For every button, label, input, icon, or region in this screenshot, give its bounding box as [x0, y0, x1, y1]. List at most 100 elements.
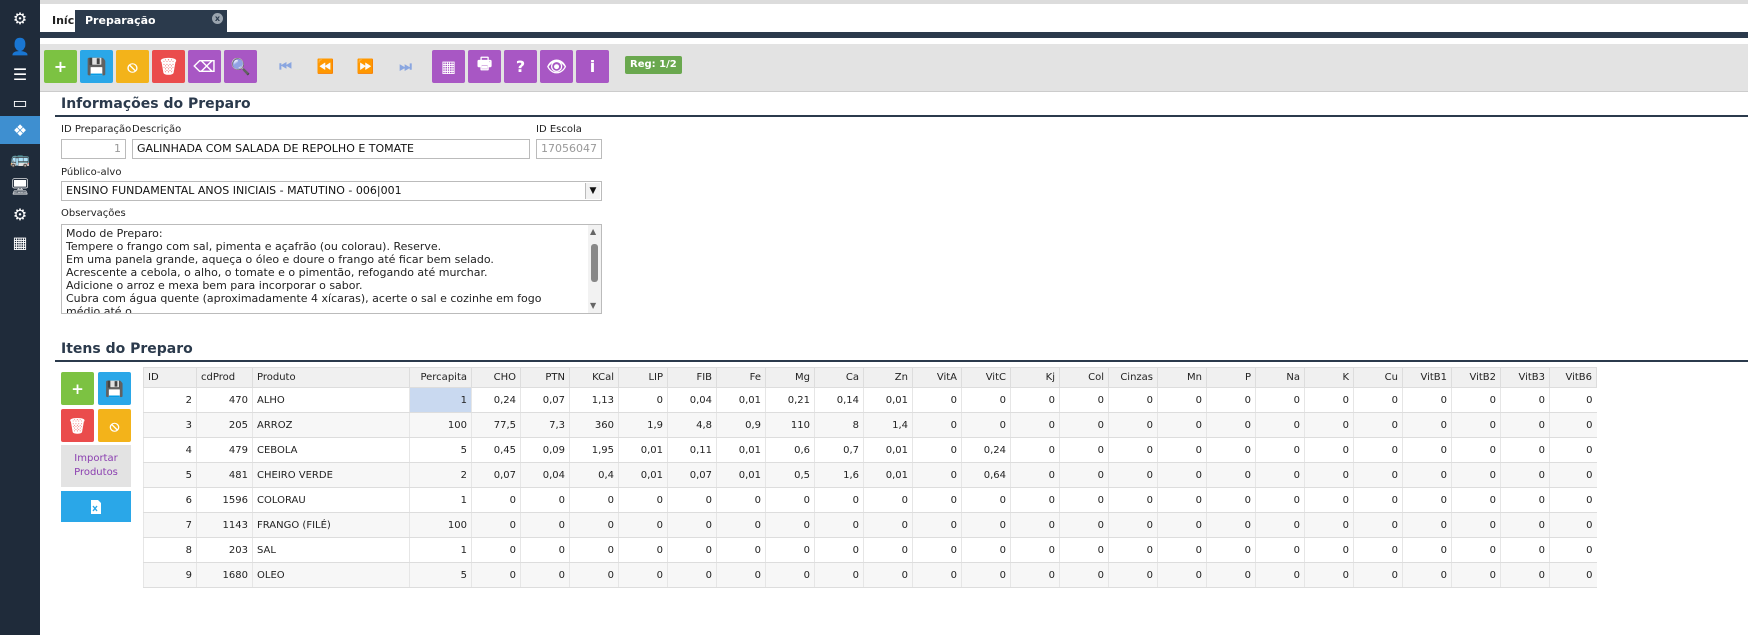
table-cell[interactable]: 0 — [1451, 487, 1501, 513]
table-cell[interactable]: 0,01 — [716, 462, 766, 488]
delete-item-button[interactable]: 🗑 — [61, 409, 94, 442]
id-preparacao-field[interactable]: 1 — [61, 139, 126, 159]
table-cell[interactable]: 0 — [1304, 437, 1354, 463]
table-cell[interactable]: 0 — [765, 487, 815, 513]
table-cell[interactable]: CHEIRO VERDE — [252, 462, 410, 488]
table-cell[interactable]: 0 — [1010, 537, 1060, 563]
table-cell[interactable]: 0 — [863, 537, 913, 563]
bus-icon[interactable]: 🚌 — [0, 144, 40, 172]
table-cell[interactable]: 0,01 — [863, 462, 913, 488]
table-cell[interactable]: 0 — [1206, 537, 1256, 563]
table-cell[interactable]: 0,21 — [765, 387, 815, 413]
table-cell[interactable]: 0,11 — [667, 437, 717, 463]
table-cell[interactable]: 0,6 — [765, 437, 815, 463]
table-cell[interactable]: 0 — [1549, 562, 1597, 588]
last-record-button[interactable]: ⏭ — [389, 50, 422, 83]
table-cell[interactable]: 0 — [961, 387, 1011, 413]
table-row[interactable]: 8 203 SAL 1 0 0 0 0 0 0 0 0 0 0 0 0 0 0 0 0 0 0 0 0 0 0 0 — [143, 537, 1597, 563]
table-cell[interactable]: 0 — [1157, 537, 1207, 563]
table-cell[interactable]: 0 — [1402, 537, 1452, 563]
table-cell[interactable]: 0 — [667, 537, 717, 563]
credit-card-icon[interactable]: ▭ — [0, 88, 40, 116]
table-cell[interactable]: 0 — [912, 487, 962, 513]
table-row[interactable]: 7 1143 FRANGO (FILÉ) 100 0 0 0 0 0 0 0 0 0 0 0 0 0 0 0 0 0 0 0… — [143, 512, 1597, 538]
table-cell[interactable]: 0 — [1402, 512, 1452, 538]
table-cell[interactable]: 0 — [1402, 487, 1452, 513]
table-cell[interactable]: 0 — [471, 537, 521, 563]
table-cell[interactable]: 0 — [520, 562, 570, 588]
table-cell[interactable]: 0 — [1304, 562, 1354, 588]
table-cell[interactable]: 0,01 — [716, 387, 766, 413]
info-button[interactable]: i — [576, 50, 609, 83]
table-cell[interactable]: 3 — [143, 412, 197, 438]
table-cell[interactable]: 0 — [1402, 412, 1452, 438]
table-cell[interactable]: 0 — [1451, 462, 1501, 488]
table-cell[interactable]: 0 — [961, 562, 1011, 588]
table-cell[interactable]: 0 — [1059, 512, 1109, 538]
column-header[interactable]: VitB3 — [1500, 367, 1550, 388]
table-cell[interactable]: 7,3 — [520, 412, 570, 438]
table-cell[interactable]: 0 — [961, 412, 1011, 438]
next-record-button[interactable]: ⏩ — [349, 50, 382, 83]
table-cell[interactable]: 0 — [618, 487, 668, 513]
table-cell[interactable]: 0 — [1108, 387, 1158, 413]
table-cell[interactable]: 0 — [1255, 537, 1305, 563]
table-cell[interactable]: 0 — [1304, 462, 1354, 488]
table-cell[interactable]: 0 — [716, 537, 766, 563]
column-header[interactable]: Col — [1059, 367, 1109, 388]
table-cell[interactable]: 0 — [912, 437, 962, 463]
table-cell[interactable]: 0 — [1157, 387, 1207, 413]
table-cell[interactable]: 0 — [1157, 412, 1207, 438]
id-escola-field[interactable]: 17056047 — [536, 139, 602, 159]
column-header[interactable]: Na — [1255, 367, 1305, 388]
table-cell[interactable]: 203 — [196, 537, 253, 563]
table-cell[interactable]: 0 — [1500, 512, 1550, 538]
table-cell[interactable]: 0 — [912, 512, 962, 538]
table-cell[interactable]: COLORAU — [252, 487, 410, 513]
table-cell[interactable]: 0 — [1549, 487, 1597, 513]
settings-icon[interactable]: ⚙ — [0, 200, 40, 228]
table-cell[interactable]: 0 — [1206, 512, 1256, 538]
table-cell[interactable]: 0 — [1206, 487, 1256, 513]
table-cell[interactable]: 100 — [409, 412, 472, 438]
table-cell[interactable]: 0 — [1304, 412, 1354, 438]
table-cell[interactable]: 0 — [520, 537, 570, 563]
table-row[interactable]: 3 205 ARROZ 100 77,5 7,3 360 1,9 4,8 0,9 110 8 1,4 0 0… — [143, 412, 1597, 438]
table-cell[interactable]: 0 — [1108, 437, 1158, 463]
scrollbar-thumb[interactable] — [591, 244, 598, 282]
column-header[interactable]: Percapita — [409, 367, 472, 388]
delete-button[interactable]: 🗑 — [152, 50, 185, 83]
descricao-field[interactable]: GALINHADA COM SALADA DE REPOLHO E TOMATE — [132, 139, 530, 159]
table-cell[interactable]: 470 — [196, 387, 253, 413]
table-cell[interactable]: 1680 — [196, 562, 253, 588]
table-cell[interactable]: 5 — [409, 562, 472, 588]
table-cell[interactable]: 0 — [1255, 437, 1305, 463]
table-cell[interactable]: 0,01 — [618, 437, 668, 463]
table-cell[interactable]: 0 — [1451, 412, 1501, 438]
table-cell[interactable]: 0 — [618, 562, 668, 588]
table-cell[interactable]: 0 — [765, 512, 815, 538]
table-cell[interactable]: 0 — [1255, 562, 1305, 588]
add-item-button[interactable]: + — [61, 372, 94, 405]
column-header[interactable]: CHO — [471, 367, 521, 388]
table-cell[interactable]: 1,95 — [569, 437, 619, 463]
table-cell[interactable]: 0 — [765, 537, 815, 563]
column-header[interactable]: Mn — [1157, 367, 1207, 388]
table-cell[interactable]: 0 — [618, 387, 668, 413]
table-cell[interactable]: 0 — [716, 512, 766, 538]
table-cell[interactable]: 0 — [1402, 462, 1452, 488]
table-cell[interactable]: 0 — [1549, 537, 1597, 563]
table-cell[interactable]: 0 — [1500, 537, 1550, 563]
table-cell[interactable]: 1143 — [196, 512, 253, 538]
table-cell[interactable]: 0 — [1255, 412, 1305, 438]
list-icon[interactable]: ☰ — [0, 60, 40, 88]
column-header[interactable]: VitC — [961, 367, 1011, 388]
table-cell[interactable]: 0 — [716, 487, 766, 513]
table-cell[interactable]: 0,24 — [471, 387, 521, 413]
table-cell[interactable]: 0 — [1353, 437, 1403, 463]
table-cell[interactable]: 0 — [1304, 537, 1354, 563]
table-cell[interactable]: 77,5 — [471, 412, 521, 438]
table-cell[interactable]: 0 — [814, 487, 864, 513]
table-cell[interactable]: 0 — [1353, 512, 1403, 538]
table-cell[interactable]: 0 — [1549, 387, 1597, 413]
